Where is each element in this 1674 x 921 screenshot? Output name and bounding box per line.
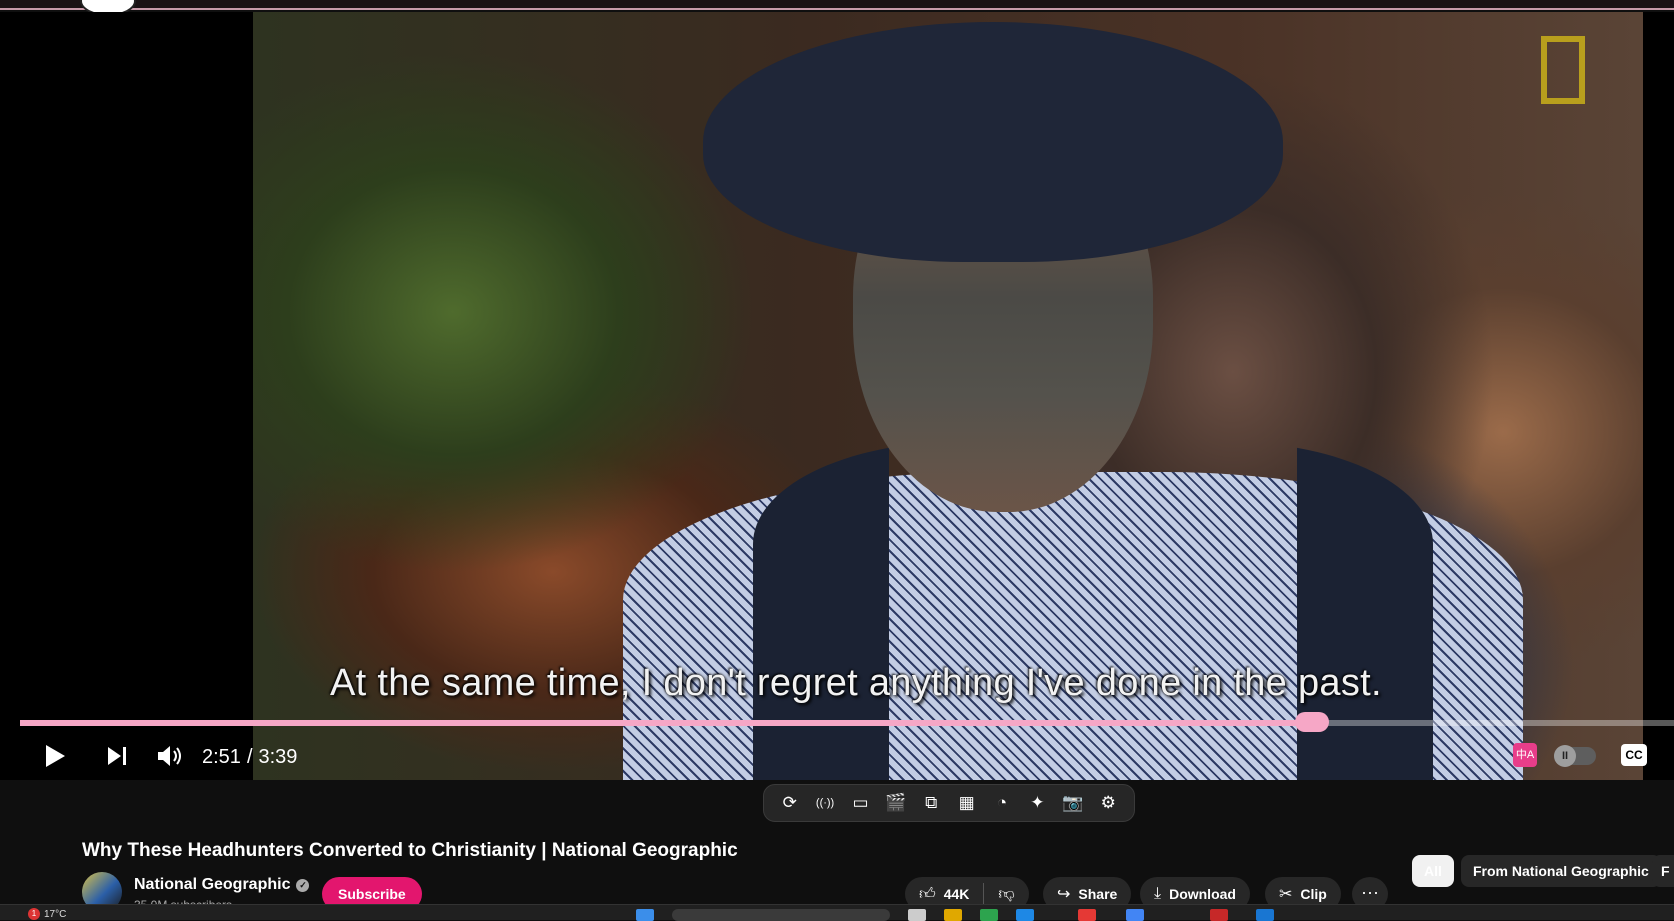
share-label: Share xyxy=(1078,886,1118,902)
extension-toolbar: ⟳ ((·)) ▭ 🎬 ⧉ ▦ ◔ ✦ 📷 ⚙ xyxy=(763,784,1135,822)
video-figure-hat xyxy=(703,22,1283,262)
cinema-tool-icon[interactable]: 🎬 xyxy=(883,790,909,816)
current-time: 2:51 xyxy=(202,746,241,768)
like-divider xyxy=(983,883,985,905)
captions-icon[interactable]: CC xyxy=(1621,744,1647,766)
download-label: Download xyxy=(1169,886,1236,902)
broadcast-tool-icon[interactable]: ((·)) xyxy=(812,790,838,816)
frame-tool-icon[interactable]: ▦ xyxy=(954,790,980,816)
play-button[interactable] xyxy=(40,738,70,774)
app-icon[interactable] xyxy=(1016,909,1034,921)
channel-name-row[interactable]: National Geographic ✓ xyxy=(134,876,310,894)
video-title: Why These Headhunters Converted to Chris… xyxy=(82,840,738,861)
next-button[interactable] xyxy=(102,738,132,774)
duration: 3:39 xyxy=(258,746,298,768)
taskbar-search[interactable] xyxy=(672,909,890,921)
app-icon[interactable] xyxy=(1078,909,1096,921)
share-icon: ↪ xyxy=(1057,886,1071,903)
windows-start-icon[interactable] xyxy=(636,909,654,921)
weather-widget[interactable]: 1 17°C xyxy=(28,908,66,920)
taskview-icon[interactable] xyxy=(908,909,926,921)
app-icon[interactable] xyxy=(980,909,998,921)
clip-label: Clip xyxy=(1300,886,1327,902)
thumbs-down-icon[interactable]: 👎︎ xyxy=(998,885,1014,904)
loop-tool-icon[interactable]: ⟳ xyxy=(777,790,803,816)
caption-text: At the same time, I don't regret anythin… xyxy=(330,662,1382,704)
verified-icon: ✓ xyxy=(296,878,310,892)
browser-icon[interactable] xyxy=(1126,909,1144,921)
translate-icon[interactable]: 中A xyxy=(1513,743,1537,767)
video-figure-vest xyxy=(753,442,1433,780)
notification-badge: 1 xyxy=(28,908,40,920)
time-display: 2:51/3:39 xyxy=(202,746,297,769)
taskbar: 1 17°C xyxy=(0,904,1674,921)
download-icon: ⤓ xyxy=(1154,885,1162,902)
settings-tool-icon[interactable]: ⚙ xyxy=(1095,790,1121,816)
channel-name[interactable]: National Geographic xyxy=(134,876,290,894)
picture-in-picture-tool-icon[interactable]: ⧉ xyxy=(918,790,944,816)
app-icon[interactable] xyxy=(1256,909,1274,921)
player-controls: 2:51/3:39 中A II CC xyxy=(0,734,1674,780)
browser-top-strip xyxy=(0,0,1674,16)
volume-button[interactable] xyxy=(154,738,186,774)
chip-from-channel[interactable]: From National Geographic xyxy=(1461,855,1661,887)
time-separator: / xyxy=(246,746,253,768)
speed-tool-icon[interactable]: ◔ xyxy=(989,790,1015,816)
volume-icon xyxy=(158,746,181,766)
like-count[interactable]: 44K xyxy=(944,886,970,902)
progress-bar[interactable] xyxy=(20,712,1674,732)
screenshot-tool-icon[interactable]: 📷 xyxy=(1060,790,1086,816)
enhance-tool-icon[interactable]: ✦ xyxy=(1024,790,1050,816)
autoplay-toggle-icon: II xyxy=(1554,745,1576,767)
screen-preview-tool-icon[interactable]: ▭ xyxy=(847,790,873,816)
nat-geo-logo-icon xyxy=(1541,36,1585,104)
autoplay-toggle[interactable]: II xyxy=(1554,745,1596,767)
progress-thumb[interactable] xyxy=(1294,712,1329,732)
progress-fill xyxy=(20,720,1312,726)
chip-all[interactable]: All xyxy=(1412,855,1454,887)
video-player[interactable]: At the same time, I don't regret anythin… xyxy=(0,12,1674,780)
file-explorer-icon[interactable] xyxy=(944,909,962,921)
next-icon xyxy=(108,747,126,765)
scissors-icon: ✂ xyxy=(1279,886,1293,903)
thumbs-up-icon[interactable]: 👍︎ xyxy=(919,885,936,904)
app-icon[interactable] xyxy=(1210,909,1228,921)
temperature: 17°C xyxy=(44,908,67,920)
play-icon xyxy=(46,745,65,767)
chip-next[interactable]: F xyxy=(1652,855,1674,887)
